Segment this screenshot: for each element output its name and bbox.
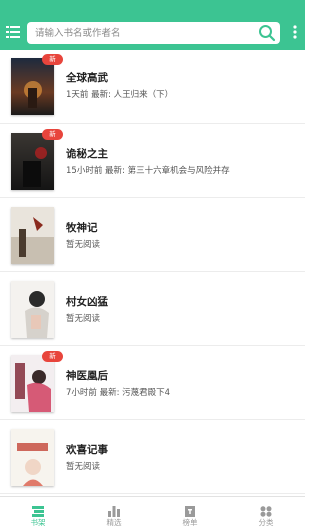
nav-label: 榜单 (182, 518, 198, 527)
book-list: 新 全球高武 1天前 最新: 人王归来（下） 新 诡秘之主 15小时前 最新: … (0, 50, 305, 496)
search-icon[interactable] (258, 24, 276, 42)
bottom-nav: 书架 精选 榜单 分类 (0, 496, 305, 529)
top-bar (0, 0, 305, 50)
book-cover[interactable] (11, 355, 54, 412)
new-badge: 新 (42, 129, 63, 140)
nav-label: 精选 (106, 518, 122, 527)
book-row[interactable]: 新 神医凰后 7小时前 最新: 污蔑君殿下4 (0, 346, 305, 420)
book-cover[interactable] (11, 58, 54, 115)
chart-icon (108, 502, 120, 517)
book-update-info: 暂无阅读 (66, 462, 101, 472)
search-box[interactable] (27, 22, 280, 44)
book-row[interactable]: 村女凶猛 暂无阅读 (0, 272, 305, 346)
book-title: 牧神记 (66, 222, 98, 234)
book-update-info: 7小时前 最新: 污蔑君殿下4 (66, 388, 171, 398)
nav-item-ranking[interactable]: 榜单 (152, 497, 228, 530)
book-update-info: 15小时前 最新: 第三十六章机会与风险并存 (66, 166, 230, 176)
new-badge: 新 (42, 54, 63, 65)
book-title: 村女凶猛 (66, 296, 108, 308)
menu-icon[interactable] (6, 24, 20, 38)
book-cover[interactable] (11, 207, 54, 264)
book-cover[interactable] (11, 133, 54, 190)
nav-label: 书架 (30, 518, 46, 527)
book-update-info: 暂无阅读 (66, 314, 101, 324)
nav-item-featured[interactable]: 精选 (76, 497, 152, 530)
book-row[interactable]: 新 全球高武 1天前 最新: 人王归来（下） (0, 50, 305, 124)
nav-item-bookshelf[interactable]: 书架 (0, 497, 76, 530)
book-title: 神医凰后 (66, 370, 108, 382)
book-title: 欢喜记事 (66, 444, 108, 456)
book-update-info: 1天前 最新: 人王归来（下） (66, 90, 174, 100)
new-badge: 新 (42, 351, 63, 362)
book-row[interactable]: 牧神记 暂无阅读 (0, 198, 305, 272)
ranking-icon (184, 502, 196, 517)
book-row[interactable]: 新 诡秘之主 15小时前 最新: 第三十六章机会与风险并存 (0, 124, 305, 198)
book-cover[interactable] (11, 429, 54, 486)
category-icon (260, 502, 272, 517)
search-input[interactable] (35, 25, 250, 41)
book-update-info: 暂无阅读 (66, 240, 101, 250)
book-title: 全球高武 (66, 72, 108, 84)
nav-item-category[interactable]: 分类 (228, 497, 304, 530)
nav-label: 分类 (258, 518, 274, 527)
book-cover[interactable] (11, 281, 54, 338)
bookshelf-icon (32, 502, 44, 517)
book-title: 诡秘之主 (66, 148, 108, 160)
more-options-icon[interactable] (289, 24, 301, 39)
book-row[interactable]: 欢喜记事 暂无阅读 (0, 420, 305, 494)
